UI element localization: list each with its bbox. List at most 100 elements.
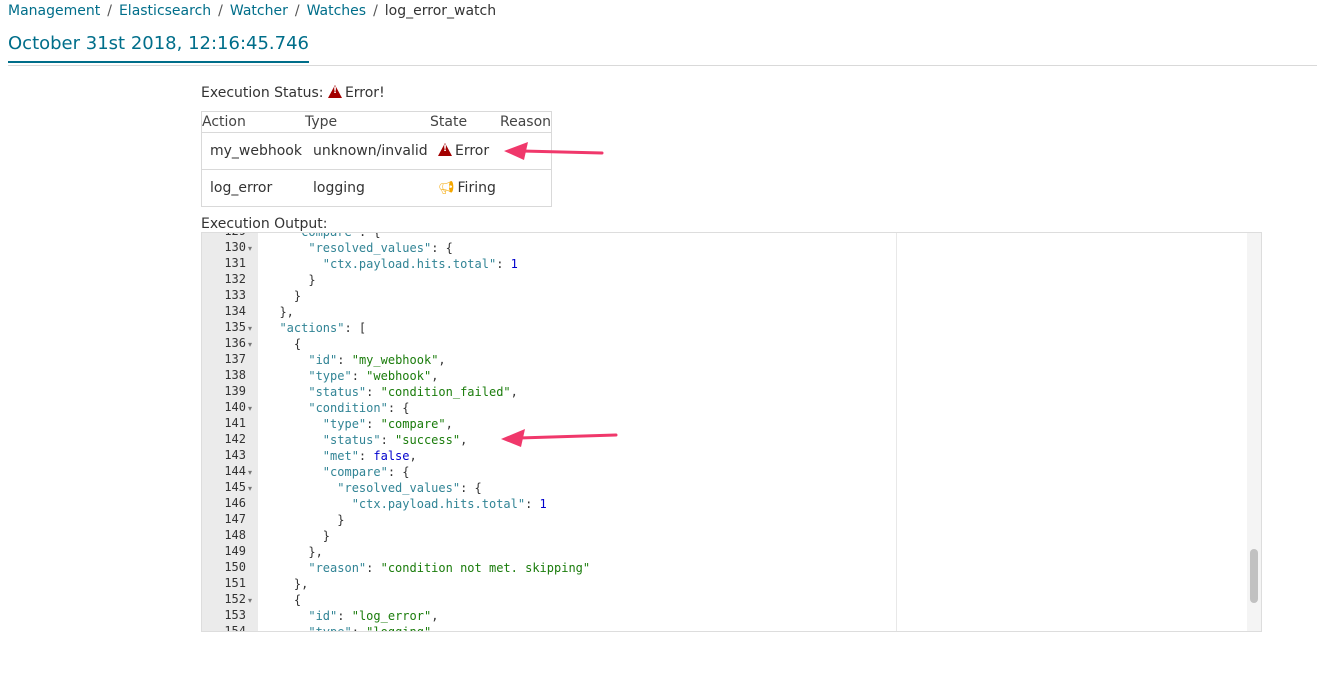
code-token: : (366, 385, 381, 399)
column-header-action[interactable]: Action (201, 111, 305, 133)
code-token: } (265, 289, 302, 303)
code-line: "status": "condition_failed", (265, 384, 1261, 400)
fold-toggle-icon[interactable]: ▾ (248, 484, 252, 493)
line-number: 153 (224, 608, 246, 622)
code-line: } (265, 512, 1261, 528)
cell-action: my_webhook (201, 132, 305, 170)
code-line: }, (265, 576, 1261, 592)
code-token: "status" (322, 433, 381, 447)
code-token: }, (265, 545, 323, 559)
code-token: { (265, 593, 302, 607)
fold-toggle-icon[interactable]: ▾ (248, 340, 252, 349)
line-number: 136 (224, 336, 246, 350)
code-line: "actions": [ (265, 320, 1261, 336)
code-token: , (445, 417, 453, 431)
code-token: "condition not met. skipping" (380, 561, 591, 575)
code-line: "compare": { (265, 464, 1261, 480)
breadcrumb-item[interactable]: Elasticsearch (119, 3, 211, 19)
code-token: "log_error" (351, 609, 432, 623)
code-line: } (265, 528, 1261, 544)
code-line: } (265, 288, 1261, 304)
execution-output-label: Execution Output: (201, 216, 328, 232)
line-number: 133 (224, 288, 246, 302)
code-token: : (351, 625, 367, 632)
column-header-type[interactable]: Type (305, 111, 430, 133)
code-token: : (337, 353, 352, 367)
breadcrumb-separator: / (218, 3, 223, 19)
code-token: "success" (395, 433, 461, 447)
code-token: "webhook" (366, 369, 432, 383)
line-number: 135 (224, 320, 246, 334)
code-area[interactable]: "compare": { "resolved_values": { "ctx.p… (259, 233, 1261, 631)
code-line: "id": "log_error", (265, 608, 1261, 624)
megaphone-icon: 📢︎ (438, 181, 455, 196)
warning-icon (438, 143, 452, 156)
code-token: "condition" (308, 401, 388, 415)
fold-toggle-icon[interactable]: ▾ (248, 468, 252, 477)
breadcrumb-item[interactable]: Management (8, 3, 100, 19)
code-token: : (525, 497, 540, 511)
fold-toggle-icon[interactable]: ▾ (248, 404, 252, 413)
tab-bar: October 31st 2018, 12:16:45.746 (8, 30, 1317, 66)
code-line: "condition": { (265, 400, 1261, 416)
breadcrumb: Management / Elasticsearch / Watcher / Watches… (8, 2, 496, 20)
cell-reason (500, 169, 552, 207)
code-token: "my_webhook" (351, 353, 439, 367)
line-number: 130 (224, 240, 246, 254)
execution-status-label: Execution Status: (201, 85, 324, 101)
code-token: , (510, 385, 518, 399)
code-token: : (380, 433, 396, 447)
column-header-state[interactable]: State (430, 111, 500, 133)
code-token: : { (460, 481, 482, 495)
code-line: "type": "compare", (265, 416, 1261, 432)
cell-type: logging (305, 169, 430, 207)
code-token: false (373, 449, 410, 463)
execution-output-editor[interactable]: 129130▾131132133134135▾136▾137138139140▾… (201, 232, 1262, 632)
code-line: "type": "logging", (265, 624, 1261, 632)
code-token: , (431, 369, 439, 383)
code-token: , (431, 625, 439, 632)
table-header-row: Action Type State Reason (201, 111, 552, 133)
line-number: 143 (224, 448, 246, 462)
fold-toggle-icon[interactable]: ▾ (248, 244, 252, 253)
column-header-reason[interactable]: Reason (500, 111, 552, 133)
code-token: "type" (308, 369, 352, 383)
line-number: 141 (224, 416, 246, 430)
line-number: 144 (224, 464, 246, 478)
scrollbar[interactable] (1247, 233, 1261, 631)
cell-state: 📢︎ Firing (430, 169, 500, 207)
annotation-arrow-icon (501, 429, 618, 447)
line-number: 147 (224, 512, 246, 526)
line-number: 148 (224, 528, 246, 542)
fold-toggle-icon[interactable]: ▾ (248, 596, 252, 605)
breadcrumb-item[interactable]: Watches (307, 3, 367, 19)
code-token: : { (358, 232, 381, 239)
code-token: } (265, 513, 345, 527)
code-line: "ctx.payload.hits.total": 1 (265, 256, 1261, 272)
fold-toggle-icon[interactable]: ▾ (248, 324, 252, 333)
line-number: 132 (224, 272, 246, 286)
breadcrumb-separator: / (107, 3, 112, 19)
code-line: "resolved_values": { (265, 480, 1261, 496)
code-line: }, (265, 304, 1261, 320)
code-token: "actions" (279, 321, 345, 335)
tab-execution-time[interactable]: October 31st 2018, 12:16:45.746 (8, 33, 309, 63)
line-number: 139 (224, 384, 246, 398)
code-token: : (366, 561, 381, 575)
execution-status: Execution Status: Error! (201, 84, 385, 102)
breadcrumb-item[interactable]: Watcher (230, 3, 288, 19)
line-number: 129 (202, 233, 246, 238)
scrollbar-thumb[interactable] (1250, 549, 1258, 603)
code-token: "type" (308, 625, 352, 632)
code-token: : (496, 257, 511, 271)
